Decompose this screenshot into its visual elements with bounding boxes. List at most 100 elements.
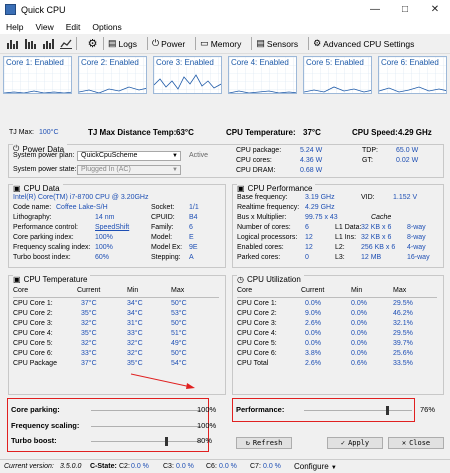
performance-slider[interactable] (304, 410, 412, 411)
logs-button[interactable]: ▤ Logs (108, 38, 137, 49)
toolbar: ⚙ ▤ Logs ⏻ Power ▭ Memory ▤ Sensors ⚙ Ad… (0, 34, 450, 54)
vid-value: 1.152 V (393, 194, 418, 201)
power-state-select[interactable]: Plugged In (AC) ▼ (77, 165, 181, 175)
frequency-scaling-slider-label: Frequency scaling: (11, 421, 80, 430)
table-row: CPU Core 2: 35°C 34°C 53°C (9, 310, 225, 320)
menu-view[interactable]: View (29, 22, 59, 32)
memory-icon: ▭ (200, 38, 209, 48)
power-plan-select[interactable]: QuickCpuScheme ▼ (77, 151, 181, 161)
base-frequency-label: Base frequency: (237, 194, 288, 201)
cpu-utilization-panel: ◷ CPU Utilization Core Current Min Max C… (232, 275, 444, 395)
util-core-name: CPU Core 5: (237, 340, 277, 347)
document-icon: ▤ (108, 38, 117, 48)
frequency-scaling-slider[interactable] (91, 426, 201, 427)
perf-control-link[interactable]: SpeedShift (95, 224, 129, 231)
window-title: Quick CPU (21, 4, 66, 15)
bar-chart-icon[interactable] (5, 38, 18, 50)
maximize-icon[interactable]: □ (390, 0, 420, 19)
apply-button[interactable]: ✓ Apply (327, 437, 383, 449)
cpu-package-value: 5.24 W (300, 147, 323, 154)
table-row: CPU Total 2.6% 0.6% 33.5% (233, 360, 443, 370)
turbo-boost-index-label: Turbo boost index: (13, 254, 71, 261)
sensors-button[interactable]: ▤ Sensors (256, 38, 298, 49)
cache-label: Cache (371, 214, 392, 221)
menu-edit[interactable]: Edit (60, 22, 87, 32)
current-version-label: Current version: (4, 463, 54, 470)
power-state-value: Plugged In (AC) (81, 166, 131, 173)
temp-current: 37°C (81, 360, 97, 367)
column-chart-icon[interactable] (23, 38, 36, 50)
util-core-name: CPU Core 1: (237, 300, 277, 307)
minimize-icon[interactable]: — (360, 0, 390, 19)
power-button[interactable]: ⏻ Power (152, 38, 185, 49)
power-plan-label: System power plan: (13, 152, 75, 159)
l1-ins-way: 8-way (407, 234, 426, 241)
temp-current: 37°C (81, 300, 97, 307)
table-row: CPU Core 5: 0.0% 0.0% 39.7% (233, 340, 443, 350)
app-icon (5, 4, 16, 15)
close-button[interactable]: ✕ Close (388, 437, 444, 449)
frequency-scaling-slider-row: Frequency scaling: 100% (11, 421, 219, 433)
table-row: CPU Core 3: 32°C 31°C 50°C (9, 320, 225, 330)
temp-min: 35°C (127, 360, 143, 367)
util-min: 0.0% (351, 350, 367, 357)
l2-label: L2: (335, 244, 345, 251)
chevron-down-icon: ▼ (172, 153, 178, 159)
configure-dropdown[interactable]: Configure ▼ (294, 462, 337, 471)
temp-max: 50°C (171, 300, 187, 307)
chevron-down-icon: ▼ (330, 465, 337, 471)
core-graph-1: Core 1: Enabled (3, 56, 72, 94)
model-ex-value: 9E (189, 244, 198, 251)
l2-way: 4-way (407, 244, 426, 251)
logical-processors-value: 12 (305, 234, 313, 241)
realtime-frequency-label: Realtime frequency: (237, 204, 300, 211)
performance-slider-thumb[interactable] (386, 406, 389, 415)
core-graph-label: Core 2: Enabled (81, 58, 139, 67)
core-graph-label: Core 4: Enabled (231, 58, 289, 67)
core-parking-index-value: 100% (95, 234, 113, 241)
stepping-label: Stepping: (151, 254, 181, 261)
refresh-button[interactable]: ↻ Refresh (236, 437, 292, 449)
core-parking-slider-label: Core parking: (11, 405, 60, 414)
c3-label: C3: (163, 463, 174, 470)
util-header-divider (237, 297, 437, 298)
util-max: 29.5% (393, 300, 413, 307)
temp-header-divider (13, 297, 219, 298)
memory-button[interactable]: ▭ Memory (200, 38, 241, 49)
util-current: 0.0% (305, 330, 321, 337)
menu-options[interactable]: Options (86, 22, 127, 32)
power-label: Power (161, 38, 186, 49)
temp-current: 33°C (81, 350, 97, 357)
l2-value: 256 KB x 6 (361, 244, 396, 251)
temp-col-min: Min (127, 287, 139, 294)
tdp-label: TDP: (362, 147, 378, 154)
util-col-core: Core (237, 287, 253, 294)
trend-chart-icon[interactable] (59, 38, 72, 50)
l1-data-label: L1 Data: (335, 224, 362, 231)
turbo-boost-slider[interactable] (91, 441, 201, 442)
cstate-label: C-State: (90, 463, 117, 470)
util-min: 0.0% (351, 330, 367, 337)
turbo-boost-slider-thumb[interactable] (165, 437, 168, 446)
core-parking-slider[interactable] (91, 410, 201, 411)
cpu-data-title: CPU Data (23, 184, 60, 193)
util-max: 39.7% (393, 340, 413, 347)
table-row: CPU Package 37°C 35°C 54°C (9, 360, 225, 370)
close-icon[interactable]: ✕ (420, 0, 450, 19)
annotation-arrow (130, 373, 195, 389)
menu-help[interactable]: Help (0, 22, 29, 32)
bus-multiplier-label: Bus x Multiplier: (237, 214, 287, 221)
gear-icon[interactable]: ⚙ (86, 38, 99, 50)
c6-label: C6: (206, 463, 217, 470)
gt-label: GT: (362, 157, 373, 164)
graph-chart-icon[interactable] (41, 38, 54, 50)
advanced-cpu-settings-button[interactable]: ⚙ Advanced CPU Settings (313, 38, 414, 49)
temp-min: 31°C (127, 320, 143, 327)
c2-label: C2: (119, 463, 130, 470)
table-row: CPU Core 4: 0.0% 0.0% 29.5% (233, 330, 443, 340)
parked-cores-row: Parked cores: 0 L3: 12 MB 16-way (233, 254, 443, 264)
turbo-boost-slider-row: Turbo boost: 80% (11, 436, 219, 448)
core-graph-label: Core 6: Enabled (381, 58, 439, 67)
performance-slider-row: Performance: 76% (236, 405, 446, 417)
toolbar-divider (308, 37, 310, 50)
